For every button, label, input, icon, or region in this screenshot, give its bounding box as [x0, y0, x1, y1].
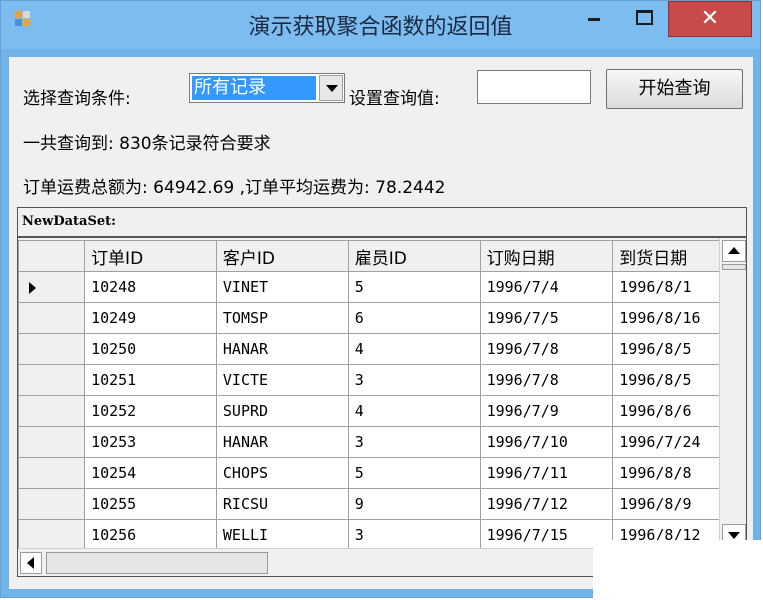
- table-row[interactable]: 10251 VICTE 3 1996/7/8 1996/8/5: [18, 364, 746, 396]
- column-header[interactable]: 订购日期: [479, 240, 614, 272]
- row-header[interactable]: [18, 519, 86, 551]
- table-cell[interactable]: 10254: [84, 457, 217, 489]
- freight-summary-text: 订单运费总额为: 64942.69 ,订单平均运费为: 78.2442: [23, 178, 446, 198]
- column-header[interactable]: 订单ID: [84, 240, 217, 272]
- grid-caption: NewDataSet:: [18, 208, 746, 238]
- scroll-left-icon[interactable]: [20, 552, 42, 574]
- table-cell[interactable]: 1996/7/9: [479, 395, 614, 427]
- row-header[interactable]: [18, 333, 86, 365]
- table-cell[interactable]: 10249: [84, 302, 217, 334]
- table-cell[interactable]: 1996/7/11: [479, 457, 614, 489]
- table-cell[interactable]: WELLI: [215, 519, 349, 551]
- close-icon: ✕: [700, 6, 720, 31]
- scroll-up-icon[interactable]: [722, 240, 746, 262]
- row-header[interactable]: [18, 364, 86, 396]
- table-cell[interactable]: RICSU: [215, 488, 349, 520]
- table-cell[interactable]: CHOPS: [215, 457, 349, 489]
- table-cell[interactable]: 4: [347, 395, 481, 427]
- table-row[interactable]: 10249 TOMSP 6 1996/7/5 1996/8/16: [18, 302, 746, 334]
- grid-table: 订单ID 客户ID 雇员ID 订购日期 到货日期 10248 VINET 5 1996…: [18, 240, 746, 551]
- horizontal-scroll-thumb[interactable]: [46, 552, 268, 574]
- table-cell[interactable]: 5: [347, 271, 481, 303]
- table-cell[interactable]: 6: [347, 302, 481, 334]
- table-cell[interactable]: 1996/7/5: [479, 302, 614, 334]
- condition-selected-value: 所有记录: [192, 76, 316, 100]
- table-cell[interactable]: 1996/7/4: [479, 271, 614, 303]
- current-row-indicator-icon[interactable]: [18, 271, 86, 303]
- table-row[interactable]: 10254 CHOPS 5 1996/7/11 1996/8/8: [18, 457, 746, 489]
- table-cell[interactable]: 1996/7/12: [479, 488, 614, 520]
- header-row: 订单ID 客户ID 雇员ID 订购日期 到货日期: [18, 240, 746, 272]
- row-header[interactable]: [18, 302, 86, 334]
- query-value-input[interactable]: [477, 70, 591, 104]
- table-cell[interactable]: 10255: [84, 488, 217, 520]
- table-cell[interactable]: TOMSP: [215, 302, 349, 334]
- table-row[interactable]: 10253 HANAR 3 1996/7/10 1996/7/24: [18, 426, 746, 458]
- close-button[interactable]: ✕: [668, 1, 752, 37]
- table-cell[interactable]: 1996/7/8: [479, 333, 614, 365]
- table-row[interactable]: 10255 RICSU 9 1996/7/12 1996/8/9: [18, 488, 746, 520]
- table-cell[interactable]: 1996/7/10: [479, 426, 614, 458]
- table-cell[interactable]: HANAR: [215, 333, 349, 365]
- record-count-text: 一共查询到: 830条记录符合要求: [23, 134, 271, 154]
- data-grid[interactable]: NewDataSet: 订单ID 客户ID 雇员ID 订购日期 到货日期 102…: [17, 207, 747, 577]
- row-header[interactable]: [18, 426, 86, 458]
- form-client-area: 选择查询条件: 所有记录 设置查询值: 开始查询 一共查询到: 830条记录符合…: [9, 57, 753, 589]
- table-row[interactable]: 10252 SUPRD 4 1996/7/9 1996/8/6: [18, 395, 746, 427]
- table-cell[interactable]: 10251: [84, 364, 217, 396]
- table-cell[interactable]: 3: [347, 364, 481, 396]
- table-cell[interactable]: 4: [347, 333, 481, 365]
- maximize-button[interactable]: [625, 3, 661, 33]
- table-cell[interactable]: 9: [347, 488, 481, 520]
- row-header[interactable]: [18, 488, 86, 520]
- value-label: 设置查询值:: [349, 89, 440, 109]
- table-cell[interactable]: VINET: [215, 271, 349, 303]
- minimize-button[interactable]: [576, 3, 612, 33]
- condition-select[interactable]: 所有记录: [189, 73, 345, 103]
- table-row[interactable]: 10248 VINET 5 1996/7/4 1996/8/1: [18, 271, 746, 303]
- table-cell[interactable]: 3: [347, 426, 481, 458]
- table-cell[interactable]: HANAR: [215, 426, 349, 458]
- vertical-scrollbar[interactable]: [719, 238, 746, 548]
- table-row[interactable]: 10250 HANAR 4 1996/7/8 1996/8/5: [18, 333, 746, 365]
- table-cell[interactable]: 10252: [84, 395, 217, 427]
- vertical-scroll-thumb[interactable]: [722, 264, 746, 270]
- table-cell[interactable]: SUPRD: [215, 395, 349, 427]
- table-cell[interactable]: 5: [347, 457, 481, 489]
- table-cell[interactable]: 10250: [84, 333, 217, 365]
- column-header[interactable]: 客户ID: [215, 240, 349, 272]
- start-query-button[interactable]: 开始查询: [606, 69, 743, 109]
- table-cell[interactable]: 3: [347, 519, 481, 551]
- blank-overlay: [593, 540, 763, 600]
- table-cell[interactable]: 10253: [84, 426, 217, 458]
- table-cell[interactable]: 10256: [84, 519, 217, 551]
- row-header-corner[interactable]: [18, 240, 86, 272]
- condition-label: 选择查询条件:: [23, 89, 131, 109]
- table-cell[interactable]: VICTE: [215, 364, 349, 396]
- table-cell[interactable]: 10248: [84, 271, 217, 303]
- app-window: 演示获取聚合函数的返回值 ✕ 选择查询条件: 所有记录 设置查询值: 开始查询 …: [0, 0, 761, 598]
- row-header[interactable]: [18, 457, 86, 489]
- row-header[interactable]: [18, 395, 86, 427]
- title-bar[interactable]: 演示获取聚合函数的返回值 ✕: [1, 1, 760, 49]
- table-cell[interactable]: 1996/7/8: [479, 364, 614, 396]
- column-header[interactable]: 雇员ID: [347, 240, 481, 272]
- dropdown-arrow-icon[interactable]: [319, 75, 343, 101]
